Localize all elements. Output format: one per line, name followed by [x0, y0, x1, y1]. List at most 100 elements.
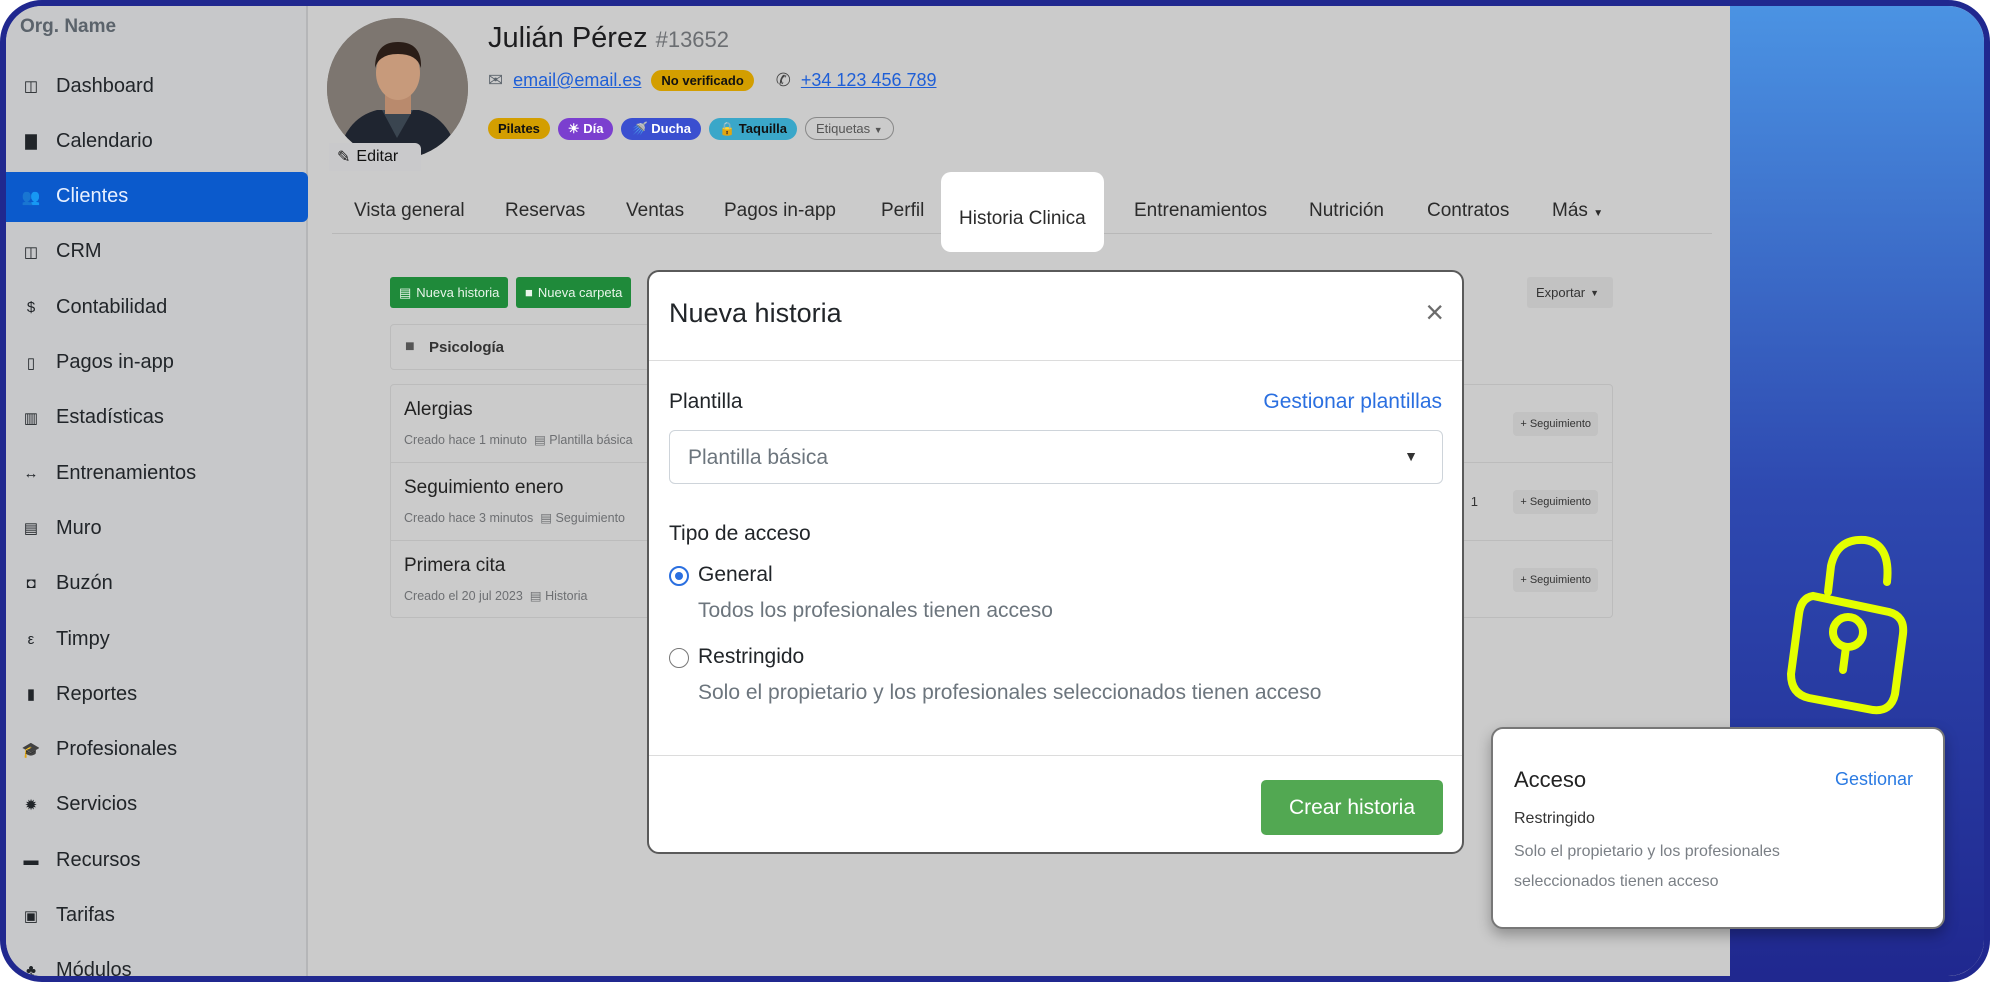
edit-avatar-button[interactable]: ✎ Editar — [329, 143, 421, 171]
sidebar-item-pagosinapp[interactable]: ▯ Pagos in-app — [6, 338, 308, 388]
access-value: Restringido — [1514, 810, 1595, 827]
file-download-icon: ▮ — [26, 686, 36, 704]
folder-icon: ■ — [525, 285, 533, 300]
graduation-cap-icon: 🎓 — [21, 741, 41, 759]
radio-restricted[interactable] — [669, 648, 689, 668]
folder-card[interactable]: ■ Psicología — [390, 324, 690, 370]
tag-pilates[interactable]: Pilates — [488, 118, 550, 139]
sidebar-item-entrenamientos[interactable]: ↔ Entrenamientos — [6, 448, 308, 498]
org-name: Org. Name — [20, 16, 117, 37]
radio-general-desc: Todos los profesionales tienen acceso — [698, 599, 1053, 622]
manage-access-link[interactable]: Gestionar — [1835, 769, 1913, 790]
sidebar-item-profesionales[interactable]: 🎓 Profesionales — [6, 725, 308, 775]
access-card-title: Acceso — [1514, 767, 1587, 792]
tab-perfil[interactable]: Perfil — [881, 200, 924, 222]
tag-taquilla[interactable]: 🔒 Taquilla — [708, 117, 797, 140]
file-icon: ▤ — [399, 284, 412, 300]
sidebar-item-label: Tarifas — [56, 904, 115, 926]
sidebar-item-label: Calendario — [56, 129, 153, 152]
money-bill-icon: ▣ — [23, 907, 39, 925]
envelope-icon: ✉ — [488, 70, 504, 90]
tab-ventas[interactable]: Ventas — [626, 200, 684, 222]
inbox-icon: ◘ — [26, 575, 36, 593]
tab-entrenamientos[interactable]: Entrenamientos — [1134, 200, 1267, 222]
tab-contratos[interactable]: Contratos — [1427, 200, 1509, 222]
radio-general[interactable] — [669, 566, 689, 586]
dumbbell-icon: ↔ — [23, 464, 39, 482]
tags-dropdown[interactable]: Etiquetas ▼ — [804, 117, 894, 140]
radio-restricted-label[interactable]: Restringido — [698, 645, 804, 669]
sidebar-item-calendario[interactable]: ▇ Calendario — [6, 116, 308, 166]
sidebar-item-muro[interactable]: ▤ Muro — [6, 503, 308, 553]
close-icon[interactable]: × — [1425, 294, 1444, 331]
radio-general-label[interactable]: General — [698, 563, 773, 587]
email-link[interactable]: email@email.es — [513, 70, 641, 91]
tag-da[interactable]: ☀ Día — [557, 117, 614, 140]
sidebar-item-label: Buzón — [56, 572, 113, 595]
client-id: #13652 — [655, 27, 730, 52]
add-followup-button[interactable]: + Seguimiento — [1513, 490, 1598, 514]
users-icon: 👥 — [21, 188, 41, 206]
access-description: Solo el propietario y los profesionales … — [1514, 843, 1780, 890]
sidebar-item-label: Servicios — [56, 793, 138, 816]
columns-icon: ◫ — [23, 78, 39, 95]
sidebar-item-mdulos[interactable]: ♣ Módulos — [6, 946, 308, 982]
new-history-button[interactable]: ▤ Nueva historia — [390, 277, 509, 308]
sidebar-item-tarifas[interactable]: ▣ Tarifas — [6, 891, 308, 941]
dollar-icon: $ — [26, 298, 36, 316]
sidebar-item-estadsticas[interactable]: ▥ Estadísticas — [6, 393, 308, 443]
modal-title: Nueva historia — [669, 298, 842, 328]
phone-link[interactable]: +34 123 456 789 — [801, 70, 937, 91]
tag-icon: 🚿 — [631, 120, 648, 136]
timpy-icon: ε — [27, 630, 35, 648]
create-history-button[interactable]: Crear historia — [1261, 780, 1443, 835]
tab-ms[interactable]: Más ▼ — [1552, 200, 1603, 222]
sidebar-item-label: Recursos — [56, 848, 141, 871]
template-label: Plantilla — [669, 390, 743, 413]
new-folder-button[interactable]: ■ Nueva carpeta — [516, 277, 632, 308]
sidebar-item-buzn[interactable]: ◘ Buzón — [6, 559, 308, 609]
folder-icon: ■ — [405, 338, 415, 355]
tab-reservas[interactable]: Reservas — [505, 200, 585, 222]
manage-templates-link[interactable]: Gestionar plantillas — [1263, 390, 1442, 414]
sidebar-item-label: Profesionales — [56, 738, 178, 761]
tab-vistageneral[interactable]: Vista general — [354, 200, 465, 222]
tag-ducha[interactable]: 🚿 Ducha — [621, 117, 701, 140]
client-header: ✎ Editar Julián Pérez #13652 ✉ email@email… — [308, 6, 1730, 252]
record-meta: Creado hace 1 minuto ▤ Plantilla básica — [404, 433, 633, 447]
sidebar-item-label: Entrenamientos — [56, 461, 197, 484]
sidebar-item-label: Módulos — [56, 959, 132, 982]
export-dropdown[interactable]: Exportar ▼ — [1527, 277, 1613, 308]
newspaper-icon: ▤ — [23, 520, 39, 538]
email-status-badge: No verificado — [651, 70, 754, 91]
file-icon: ▤ — [533, 433, 546, 447]
record-title: Primera cita — [404, 555, 506, 576]
client-name: Julián Pérez — [488, 22, 648, 54]
avatar[interactable] — [327, 18, 468, 159]
unlocked-padlock-icon — [1786, 535, 1908, 715]
access-card: Acceso Gestionar Restringido Solo el pro… — [1491, 727, 1945, 929]
template-select[interactable]: Plantilla básica ▼ — [669, 430, 1443, 484]
sidebar-item-clientes[interactable]: 👥 Clientes — [6, 171, 308, 222]
columns-icon: ◫ — [23, 243, 39, 261]
add-followup-button[interactable]: + Seguimiento — [1513, 412, 1598, 436]
sidebar-item-label: Clientes — [56, 185, 129, 208]
sidebar-item-contabilidad[interactable]: $ Contabilidad — [6, 282, 308, 332]
sidebar-item-label: Muro — [56, 516, 102, 539]
sidebar-item-timpy[interactable]: ε Timpy — [6, 614, 308, 664]
sidebar-item-recursos[interactable]: ▬ Recursos — [6, 835, 308, 885]
sidebar-item-dashboard[interactable]: ◫ Dashboard — [6, 61, 308, 111]
caret-down-icon: ▼ — [873, 125, 883, 135]
sidebar-item-servicios[interactable]: ✹ Servicios — [6, 780, 308, 830]
sidebar-item-reportes[interactable]: ▮ Reportes — [6, 669, 308, 719]
radio-restricted-desc: Solo el propietario y los profesionales … — [698, 681, 1322, 704]
sidebar: Org. Name ◫ Dashboard ▇ Calendario 👥 Clientes… — [6, 6, 308, 976]
tab-pagosinapp[interactable]: Pagos in-app — [724, 200, 836, 222]
tab-nutricin[interactable]: Nutrición — [1309, 200, 1384, 222]
sidebar-item-label: Timpy — [56, 627, 110, 650]
add-followup-button[interactable]: + Seguimiento — [1513, 568, 1598, 592]
sidebar-item-label: CRM — [56, 240, 102, 263]
tag-icon: ☀ — [567, 120, 580, 136]
sidebar-item-crm[interactable]: ◫ CRM — [6, 227, 308, 277]
modal-footer-divider — [649, 755, 1462, 756]
